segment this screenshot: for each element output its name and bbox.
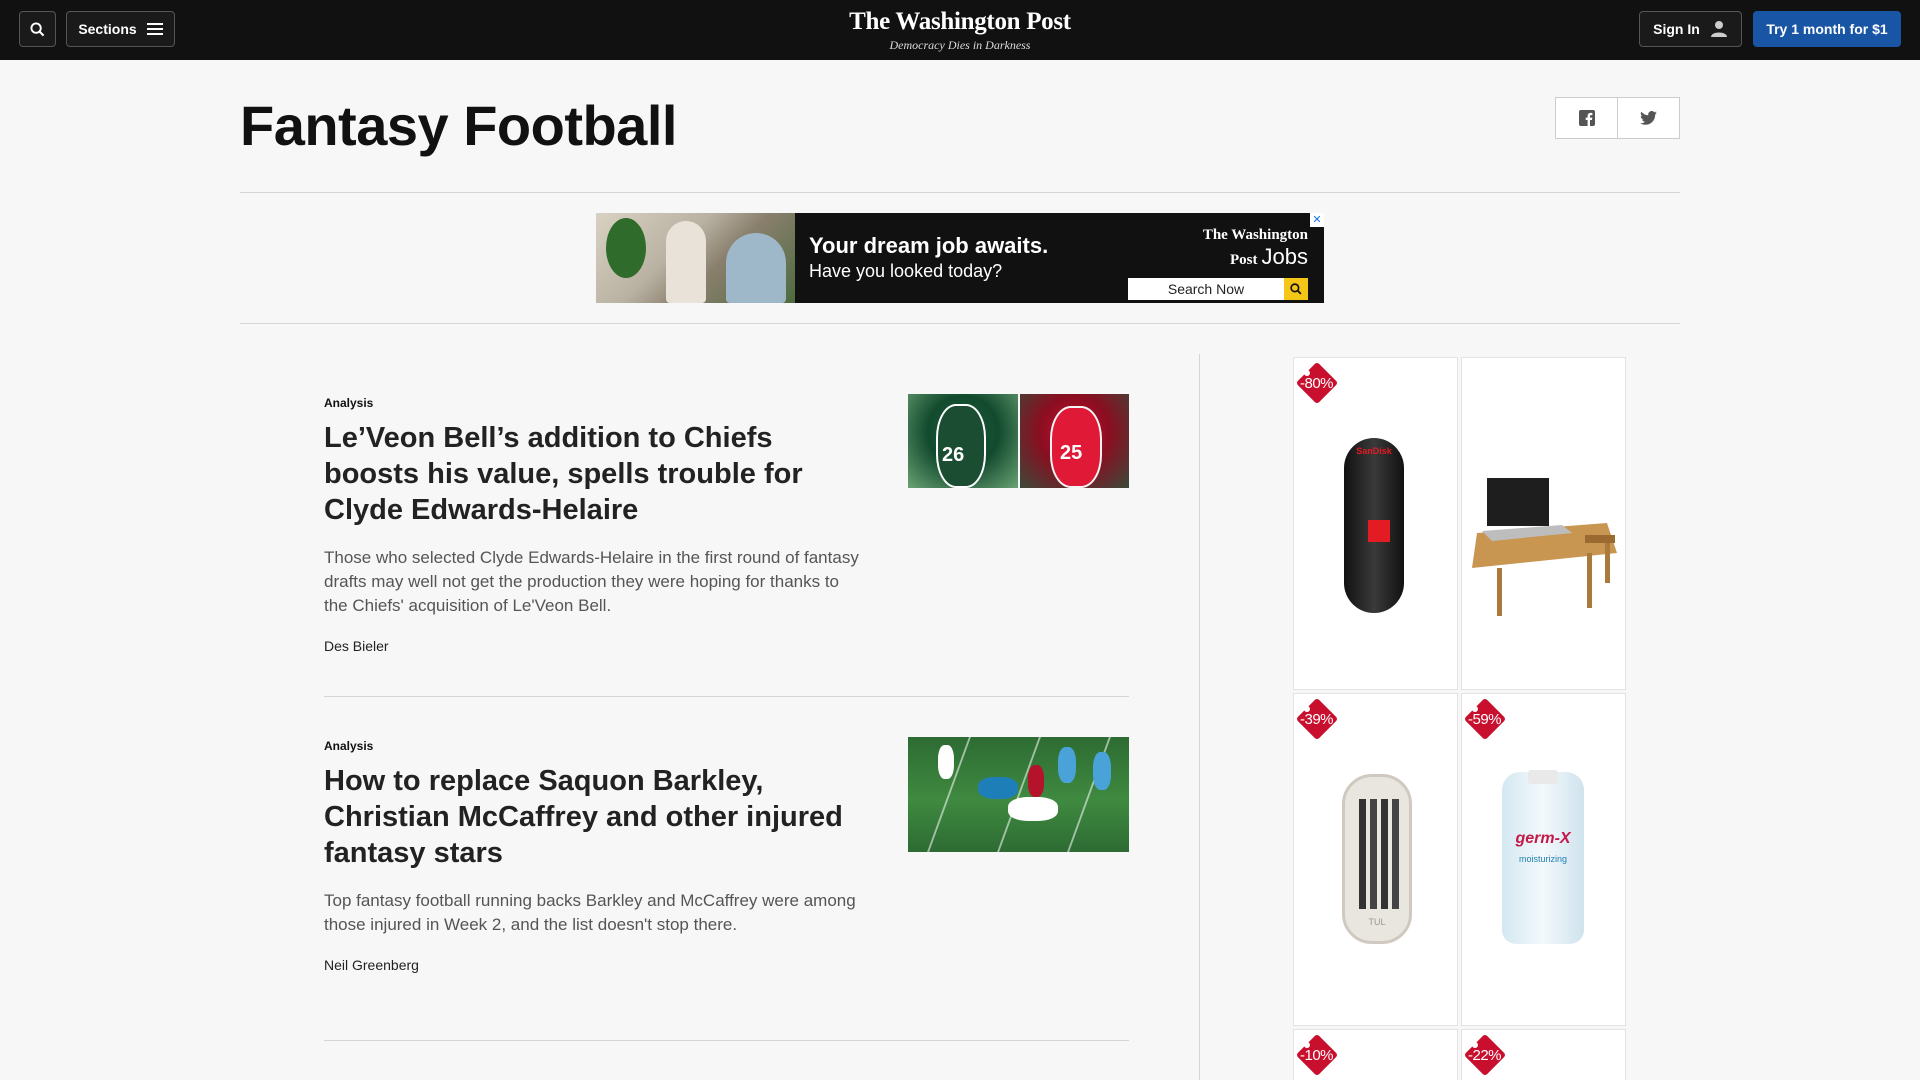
- ad-search-label[interactable]: Search Now: [1128, 278, 1284, 300]
- logo-tagline: Democracy Dies in Darkness: [889, 38, 1031, 52]
- ad-close-icon[interactable]: ✕: [1310, 213, 1324, 227]
- product-tile[interactable]: -22%: [1461, 1029, 1626, 1080]
- user-icon: [1710, 21, 1727, 37]
- share-buttons: [1555, 97, 1680, 139]
- facebook-icon: [1578, 110, 1595, 126]
- article-byline[interactable]: Des Bieler: [324, 638, 1129, 654]
- discount-badge: -59%: [1463, 697, 1507, 741]
- logo-name: The Washington Post: [849, 8, 1071, 35]
- article-headline[interactable]: Le’Veon Bell’s addition to Chiefs boosts…: [324, 420, 859, 528]
- article-blurb: Those who selected Clyde Edwards-Helaire…: [324, 548, 859, 615]
- column-divider: [1199, 354, 1200, 1080]
- usb-drive-image: SanDisk: [1344, 438, 1404, 613]
- twitter-share-button[interactable]: [1618, 98, 1679, 138]
- ad-photo-handshake: [596, 213, 795, 303]
- top-nav-bar: Sections The Washington Post Democracy D…: [0, 0, 1920, 60]
- header-divider: [240, 192, 1680, 193]
- product-tile-laptop-desk[interactable]: [1461, 357, 1626, 690]
- product-tile[interactable]: -10%: [1293, 1029, 1458, 1080]
- article-byline[interactable]: Neil Greenberg: [324, 957, 1129, 973]
- article-blurb: Top fantasy football running backs Barkl…: [324, 891, 856, 934]
- discount-badge: -22%: [1463, 1033, 1507, 1077]
- laptop-desk-image: [1472, 478, 1617, 616]
- hand-sanitizer-image: germ-X moisturizing: [1502, 770, 1584, 944]
- product-tile-hand-sanitizer[interactable]: -59% germ-X moisturizing: [1461, 693, 1626, 1026]
- jersey-number: 26: [942, 444, 965, 466]
- ad-search[interactable]: Search Now: [1128, 278, 1308, 300]
- ad-brand-suffix: Jobs: [1261, 244, 1308, 269]
- product-tile-usb-drive[interactable]: -80% SanDisk: [1293, 357, 1458, 690]
- ad-headline: Your dream job awaits.: [809, 233, 1049, 258]
- article-image-jets-player[interactable]: 26: [908, 394, 1018, 488]
- sign-in-button[interactable]: Sign In: [1639, 11, 1742, 47]
- discount-badge: -10%: [1295, 1033, 1339, 1077]
- product-sub-label: moisturizing: [1518, 854, 1567, 864]
- product-brand-label: germ-X: [1515, 830, 1571, 847]
- facebook-share-button[interactable]: [1556, 98, 1618, 138]
- article-image-football-field[interactable]: [908, 737, 1129, 852]
- product-brand-label: SanDisk: [1356, 446, 1392, 456]
- ad-search-go-button[interactable]: [1284, 278, 1308, 300]
- article-divider: [324, 1040, 1129, 1041]
- product-ad-grid[interactable]: -80% SanDisk -39% TUL -59% germ-X moistu…: [1293, 355, 1628, 1080]
- article-image-chiefs-player[interactable]: 25: [1020, 394, 1129, 488]
- search-icon: [1290, 283, 1302, 295]
- discount-badge: -39%: [1295, 697, 1339, 741]
- ad-brand: The Washington Post Jobs: [1128, 227, 1308, 270]
- sign-in-label: Sign In: [1653, 21, 1700, 37]
- article-divider: [324, 696, 1129, 697]
- subscribe-trial-button[interactable]: Try 1 month for $1: [1753, 11, 1901, 47]
- ad-subline: Have you looked today?: [809, 261, 1003, 281]
- washington-post-logo[interactable]: The Washington Post Democracy Dies in Da…: [0, 8, 1920, 53]
- jersey-number: 25: [1060, 442, 1083, 464]
- product-brand-label: TUL: [1368, 917, 1386, 927]
- twitter-icon: [1640, 111, 1657, 125]
- jobs-banner-ad[interactable]: Your dream job awaits. Have you looked t…: [596, 213, 1324, 303]
- discount-badge: -80%: [1295, 361, 1339, 405]
- banner-divider: [240, 323, 1680, 324]
- page-title: Fantasy Football: [240, 94, 677, 157]
- pens-pack-image: TUL: [1342, 774, 1412, 944]
- article-headline[interactable]: How to replace Saquon Barkley, Christian…: [324, 763, 859, 871]
- product-tile-pens[interactable]: -39% TUL: [1293, 693, 1458, 1026]
